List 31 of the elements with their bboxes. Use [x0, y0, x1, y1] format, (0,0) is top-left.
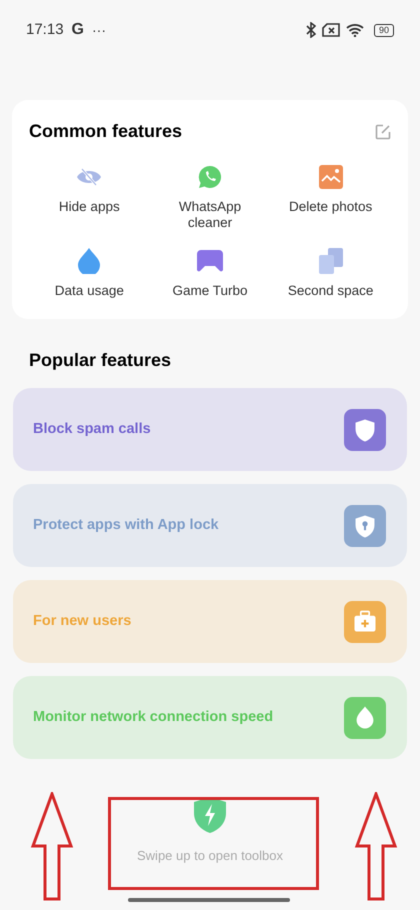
wifi-icon	[346, 23, 364, 37]
shield-keyhole-icon	[344, 504, 386, 546]
water-drop-icon	[78, 248, 100, 274]
first-aid-kit-icon	[344, 600, 386, 642]
crossed-eye-icon	[76, 167, 102, 187]
water-drop-icon	[344, 696, 386, 738]
picture-icon	[318, 165, 343, 189]
sim-card-icon	[322, 23, 340, 37]
shield-lightning-icon	[194, 797, 226, 833]
toolbox-hint: Swipe up to open toolbox	[137, 847, 283, 865]
section-title: Popular features	[28, 349, 172, 372]
arrow-up-icon	[354, 792, 398, 902]
feature-shortcut[interactable]: WhatsApp cleaner	[150, 163, 270, 231]
gamepad-icon	[196, 250, 223, 272]
edit-icon[interactable]	[375, 124, 391, 140]
more-notifications-icon: ···	[92, 20, 106, 40]
chat-bubble-icon	[198, 165, 222, 189]
section-title: Common features	[29, 120, 182, 143]
arrow-up-icon	[30, 792, 74, 902]
copy-icon	[318, 248, 343, 274]
feature-card[interactable]: Block spam calls	[13, 388, 407, 471]
feature-shortcut[interactable]: Data usage	[29, 247, 150, 299]
feature-shortcut[interactable]: Delete photos	[270, 163, 391, 231]
shield-icon	[344, 408, 386, 450]
battery-indicator: 90	[374, 24, 394, 36]
status-time: 17:13	[26, 20, 64, 40]
notification-icon: G	[72, 18, 84, 42]
bluetooth-icon	[306, 22, 316, 38]
feature-shortcut[interactable]: Second space	[270, 247, 391, 299]
feature-shortcut[interactable]: Hide apps	[29, 163, 150, 231]
feature-shortcut[interactable]: Game Turbo	[150, 247, 270, 299]
